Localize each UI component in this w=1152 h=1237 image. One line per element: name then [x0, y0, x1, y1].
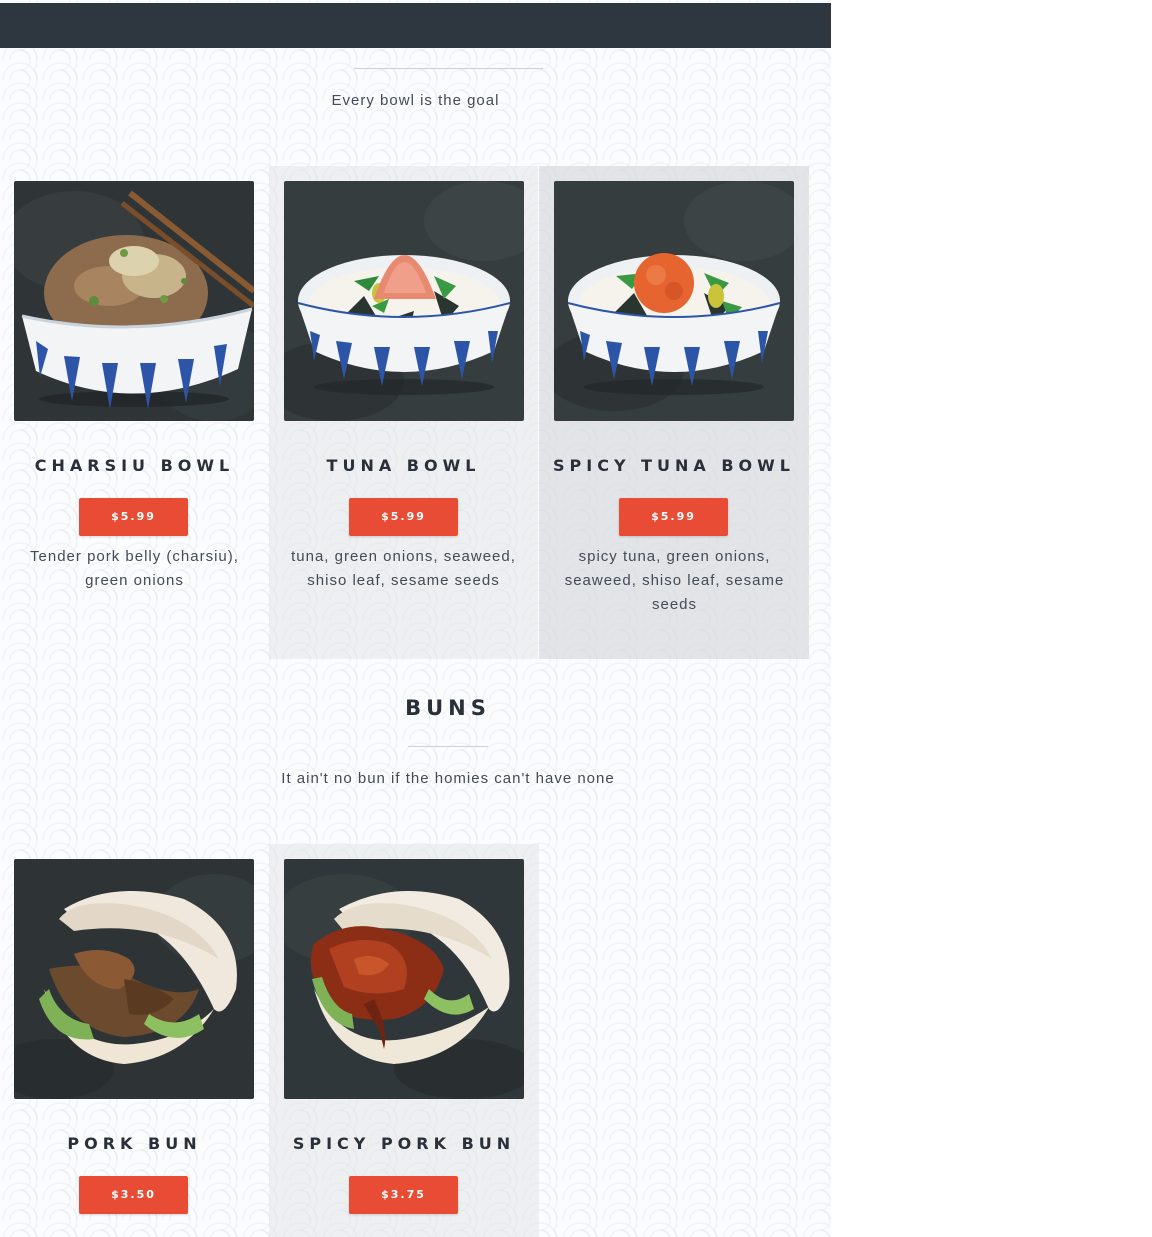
price-button[interactable]: $3.75 — [349, 1176, 458, 1214]
top-navigation-bar — [0, 3, 831, 48]
tuna-bowl-photo — [284, 181, 524, 421]
pork-bun-photo — [14, 859, 254, 1099]
price-button[interactable]: $3.50 — [79, 1176, 188, 1214]
bowls-divider — [354, 68, 543, 69]
buns-section-title: BUNS — [405, 696, 491, 720]
menu-item-name: CHARSIU BOWL — [34, 456, 235, 475]
price-button[interactable]: $5.99 — [79, 498, 188, 536]
menu-card-pork-bun[interactable]: PORK BUN $3.50 — [0, 844, 269, 1237]
menu-card-spicy-tuna-bowl[interactable]: SPICY TUNA BOWL $5.99 spicy tuna, green … — [539, 166, 809, 659]
buns-subtitle: It ain't no bun if the homies can't have… — [281, 770, 615, 787]
charsiu-bowl-photo — [14, 181, 254, 421]
spicy-pork-bun-photo — [284, 859, 524, 1099]
menu-item-name: SPICY TUNA BOWL — [553, 456, 795, 475]
menu-card-charsiu-bowl[interactable]: CHARSIU BOWL $5.99 Tender pork belly (ch… — [0, 166, 269, 659]
menu-page: Every bowl is the goal CHARSIU BOWL $5.9… — [0, 0, 831, 1237]
menu-item-description: spicy tuna, green onions, seaweed, shiso… — [564, 548, 785, 613]
menu-card-tuna-bowl[interactable]: TUNA BOWL $5.99 tuna, green onions, seaw… — [269, 166, 538, 659]
buns-divider — [408, 746, 488, 747]
spicy-tuna-bowl-photo — [554, 181, 794, 421]
price-button[interactable]: $5.99 — [619, 498, 728, 536]
bowls-subtitle: Every bowl is the goal — [331, 92, 500, 109]
menu-item-name: TUNA BOWL — [326, 456, 481, 475]
price-button[interactable]: $5.99 — [349, 498, 458, 536]
menu-item-description: tuna, green onions, seaweed, shiso leaf,… — [291, 548, 516, 589]
menu-item-name: SPICY PORK BUN — [292, 1134, 516, 1153]
menu-item-name: PORK BUN — [67, 1134, 202, 1153]
menu-item-description: Tender pork belly (charsiu), green onion… — [30, 548, 239, 589]
menu-card-spicy-pork-bun[interactable]: SPICY PORK BUN $3.75 — [269, 844, 539, 1237]
